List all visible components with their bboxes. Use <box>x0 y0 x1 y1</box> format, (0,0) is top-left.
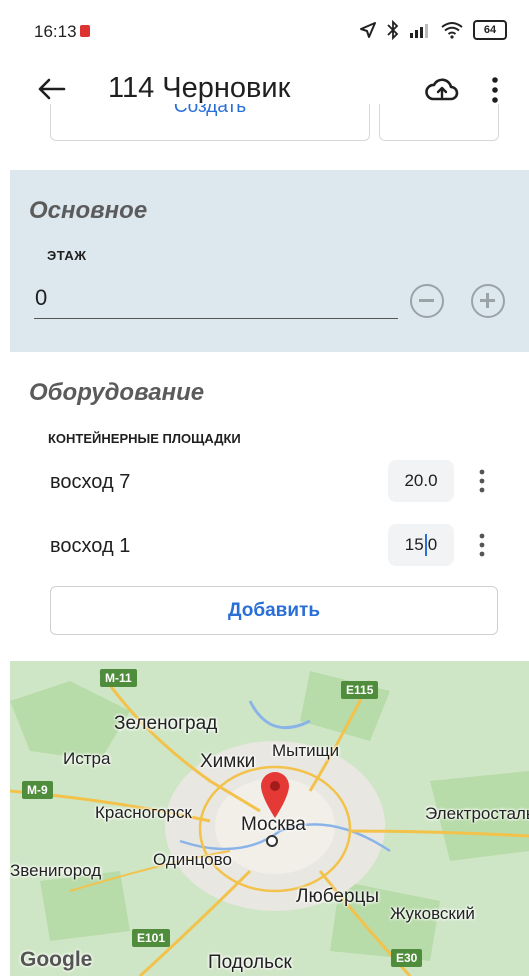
page-title: 114 Черновик <box>108 72 291 104</box>
map-label-lyubertsy: Люберцы <box>296 886 380 907</box>
increment-button[interactable] <box>471 284 505 318</box>
main-section: Основное ЭТАЖ 0 <box>10 170 529 352</box>
bluetooth-icon <box>387 20 399 40</box>
back-arrow-icon[interactable] <box>34 72 68 106</box>
road-badge-e101: E101 <box>132 929 171 947</box>
create-button[interactable]: Создать <box>50 104 370 141</box>
map-label-zvenigorod: Звенигород <box>10 861 102 880</box>
decrement-button[interactable] <box>410 284 444 318</box>
map-label-zhukovsky: Жуковский <box>390 904 475 923</box>
map-view[interactable]: Зеленоград Истра Химки Мытищи Красногорс… <box>10 661 529 976</box>
status-icons: 64 <box>359 18 507 42</box>
item-more-icon[interactable] <box>477 531 487 559</box>
list-item-name: восход 7 <box>50 471 131 493</box>
map-label-mytishchi: Мытищи <box>272 741 340 760</box>
signal-icon <box>410 24 428 38</box>
equipment-heading: Оборудование <box>29 379 205 406</box>
map-label-moskva: Москва <box>241 814 306 835</box>
text-cursor <box>424 534 427 556</box>
status-time: 16:13 <box>34 22 77 41</box>
add-button[interactable]: Добавить <box>50 586 498 635</box>
notification-icon <box>80 25 90 37</box>
cloud-upload-icon[interactable] <box>424 74 460 106</box>
secondary-button[interactable] <box>379 104 499 141</box>
map-label-krasnogorsk: Красногорск <box>95 803 192 822</box>
item-value-before-cursor: 15 <box>404 535 424 554</box>
map-label-odintsovo: Одинцово <box>153 850 232 869</box>
road-badge-e30: E30 <box>391 949 423 967</box>
road-badge-m11: M-11 <box>100 669 137 687</box>
list-item-name: восход 1 <box>50 535 131 557</box>
location-arrow-icon <box>360 22 376 38</box>
map-label-podolsk: Подольск <box>208 952 292 973</box>
map-label-khimki: Химки <box>200 751 256 772</box>
container-sites-label: КОНТЕЙНЕРНЫЕ ПЛОЩАДКИ <box>48 431 241 446</box>
item-more-icon[interactable] <box>477 467 487 495</box>
map-label-istra: Истра <box>63 749 111 768</box>
create-button-label: Создать <box>173 104 247 117</box>
more-vert-icon[interactable] <box>485 72 505 108</box>
item-value-after-cursor: 0 <box>427 535 438 554</box>
add-button-label: Добавить <box>227 599 321 621</box>
main-section-heading: Основное <box>29 197 148 224</box>
road-badge-e115: E115 <box>341 681 379 699</box>
map-pin-icon[interactable] <box>258 769 292 819</box>
google-logo: Google <box>20 948 93 971</box>
floor-label: ЭТАЖ <box>47 248 87 263</box>
item-value-field[interactable]: 15 0 <box>388 524 454 566</box>
wifi-icon <box>441 22 463 39</box>
road-badge-m9: M-9 <box>22 781 53 799</box>
item-value: 20.0 <box>404 471 438 490</box>
item-value-field[interactable]: 20.0 <box>388 460 454 502</box>
battery-icon: 64 <box>473 20 507 40</box>
map-label-zelenograd: Зеленоград <box>114 713 218 734</box>
floor-input[interactable]: 0 <box>35 285 47 311</box>
floor-input-underline <box>34 318 398 319</box>
status-bar: 16:13 64 <box>0 0 529 64</box>
map-label-elektrostal: Электросталь <box>425 804 529 823</box>
